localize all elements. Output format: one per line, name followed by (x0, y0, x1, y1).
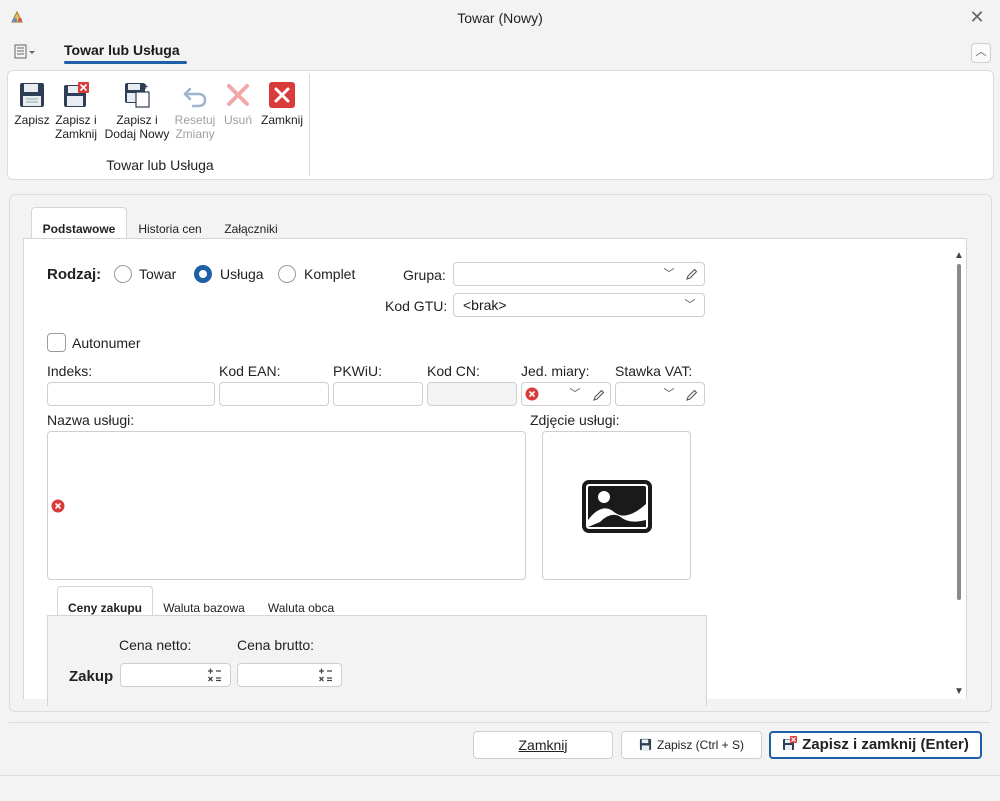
ribbon-reset-label-2: Zmiany (175, 127, 215, 141)
pencil-icon[interactable] (685, 267, 699, 281)
scroll-down-arrow[interactable]: ▼ (953, 686, 965, 698)
ribbon-close-button[interactable]: Zamknij (259, 81, 305, 127)
pencil-icon[interactable] (685, 388, 699, 402)
tab-label: Waluta obca (267, 601, 335, 615)
floppy-disk-close-icon (783, 736, 798, 750)
ribbon-menu-icon[interactable] (14, 44, 36, 60)
jed-miary-label: Jed. miary: (521, 363, 590, 379)
zdjecie-label: Zdjęcie usługi: (530, 412, 620, 428)
ribbon-save-close-button[interactable]: Zapisz i Zamknij (53, 81, 99, 141)
save-button-label: Zapisz (Ctrl + S) (656, 738, 744, 752)
ribbon-group-divider (309, 74, 310, 176)
tab-label: Podstawowe (42, 222, 116, 236)
ribbon-delete-label: Usuń (223, 113, 252, 127)
radio-komplet-label: Komplet (304, 266, 356, 282)
scroll-up-arrow[interactable]: ▲ (953, 250, 965, 262)
stawka-vat-label: Stawka VAT: (615, 363, 693, 379)
ribbon-reset-label-1: Resetuj (174, 113, 216, 127)
ribbon-save-add-button[interactable]: Zapisz i Dodaj Nowy (102, 81, 172, 141)
window-close-icon[interactable]: ✕ (968, 8, 986, 26)
rodzaj-label: Rodzaj: (47, 266, 102, 283)
pencil-icon[interactable] (592, 388, 606, 402)
ribbon-save-close-label-2: Zamknij (54, 127, 97, 141)
floppy-disk-icon (20, 83, 44, 107)
ribbon-reset-button[interactable]: Resetuj Zmiany (174, 81, 216, 141)
radio-komplet[interactable] (278, 265, 296, 283)
save-button[interactable]: Zapisz (Ctrl + S) (621, 731, 762, 759)
save-close-button-label: Zapisz i zamknij (Enter) (802, 736, 969, 753)
nazwa-label: Nazwa usługi: (47, 412, 135, 428)
error-circle-icon (51, 499, 65, 513)
ribbon-collapse-button[interactable]: ︿ (971, 43, 991, 63)
ribbon-save-button[interactable]: Zapisz (13, 81, 51, 127)
tab-label: Ceny zakupu (67, 601, 142, 615)
footer-divider (9, 722, 990, 723)
ceny-panel (47, 615, 707, 706)
image-placeholder-icon (582, 480, 652, 533)
radio-towar[interactable] (114, 265, 132, 283)
floppy-disk-add-icon (125, 83, 150, 108)
tab-label: Załączniki (224, 222, 278, 236)
radio-towar-label: Towar (139, 266, 177, 282)
ribbon-tab-indicator (64, 61, 187, 64)
ribbon-tab-towar[interactable]: Towar lub Usługa (64, 42, 180, 58)
ribbon-group-label: Towar lub Usługa (106, 157, 214, 173)
floppy-disk-close-icon (64, 82, 89, 107)
calculator-icon[interactable] (207, 667, 223, 683)
ribbon-delete-button[interactable]: Usuń (220, 81, 256, 127)
ribbon-save-add-label-1: Zapisz i (116, 113, 158, 127)
calculator-icon[interactable] (318, 667, 334, 683)
autonumer-checkbox[interactable] (47, 333, 66, 352)
kod-gtu-label: Kod GTU: (385, 298, 448, 314)
floppy-disk-icon (639, 738, 652, 751)
scrollbar-thumb[interactable] (957, 264, 961, 600)
status-bar (0, 775, 1000, 801)
cena-brutto-label: Cena brutto: (237, 637, 315, 653)
close-square-icon (269, 82, 295, 108)
ribbon-save-add-label-2: Dodaj Nowy (104, 127, 170, 141)
indeks-input[interactable] (47, 382, 215, 406)
chevron-down-icon[interactable]: ﹀ (683, 298, 697, 312)
nazwa-textarea[interactable] (47, 431, 526, 580)
pkwiu-label: PKWiU: (333, 363, 382, 379)
kod-ean-input[interactable] (219, 382, 329, 406)
indeks-label: Indeks: (47, 363, 93, 379)
radio-usluga-label: Usługa (220, 266, 264, 282)
error-circle-icon (525, 387, 539, 401)
grupa-label: Grupa: (403, 267, 446, 283)
close-button[interactable]: Zamknij (473, 731, 613, 759)
undo-icon (183, 87, 207, 108)
ribbon-save-close-label-1: Zapisz i (55, 113, 97, 127)
close-button-label: Zamknij (518, 737, 568, 753)
autonumer-label: Autonumer (72, 335, 141, 351)
x-icon (227, 84, 249, 106)
chevron-down-icon[interactable]: ﹀ (662, 387, 676, 401)
kod-cn-input[interactable] (427, 382, 517, 406)
kod-gtu-combobox[interactable]: <brak> (453, 293, 705, 317)
kod-ean-label: Kod EAN: (219, 363, 281, 379)
kod-cn-label: Kod CN: (427, 363, 480, 379)
chevron-down-icon[interactable]: ﹀ (568, 387, 582, 401)
radio-usluga[interactable] (194, 265, 212, 283)
window-title: Towar (Nowy) (457, 10, 543, 26)
zakup-label: Zakup (69, 668, 114, 685)
ribbon-close-label: Zamknij (260, 113, 303, 127)
save-close-button[interactable]: Zapisz i zamknij (Enter) (769, 731, 982, 759)
kod-gtu-value: <brak> (463, 297, 507, 313)
tab-label: Waluta bazowa (163, 601, 245, 615)
ribbon-save-label: Zapisz (14, 113, 50, 127)
cena-netto-label: Cena netto: (119, 637, 192, 653)
chevron-down-icon[interactable]: ﹀ (662, 267, 676, 281)
pkwiu-input[interactable] (333, 382, 423, 406)
tab-label: Historia cen (138, 222, 202, 236)
